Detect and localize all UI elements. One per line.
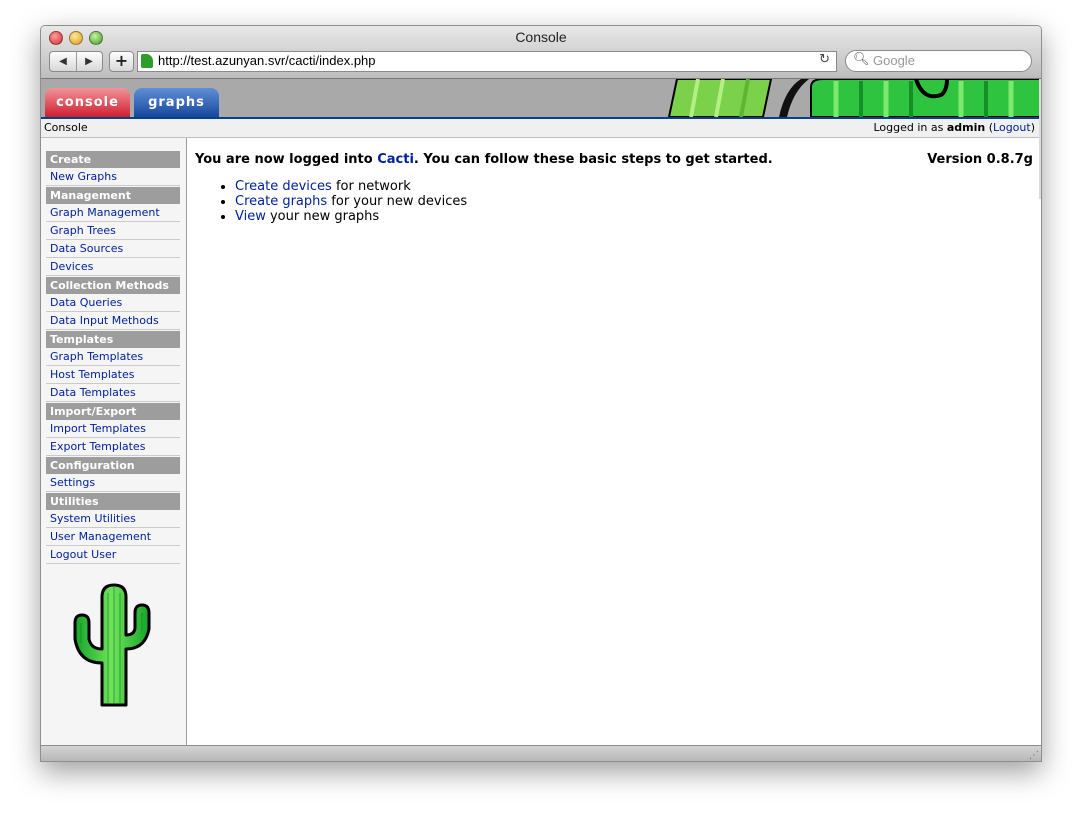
url-bar[interactable]: http://test.azunyan.svr/cacti/index.php … (137, 51, 837, 72)
browser-window: Console ◀ ▶ + http://test.azunyan.svr/ca… (40, 25, 1042, 762)
cactus-banner-art (661, 79, 1041, 117)
scrollbar[interactable] (1039, 79, 1041, 199)
login-close-paren: ) (1030, 121, 1035, 134)
list-item: View your new graphs (235, 209, 467, 224)
menu-item-user-management[interactable]: User Management (50, 530, 151, 543)
menu-item-system-utilities[interactable]: System Utilities (50, 512, 136, 525)
add-bookmark-button[interactable]: + (109, 51, 134, 72)
version-label: Version 0.8.7g (927, 152, 1033, 167)
cacti-banner: console graphs (41, 79, 1041, 119)
forward-icon[interactable]: ▶ (76, 52, 102, 71)
browser-chrome: Console ◀ ▶ + http://test.azunyan.svr/ca… (41, 26, 1041, 79)
view-graphs-link[interactable]: View (235, 209, 266, 224)
menu-header-templates: Templates (46, 331, 180, 348)
menu-header-collection-methods: Collection Methods (46, 277, 180, 294)
menu-item-devices[interactable]: Devices (50, 260, 93, 273)
search-field[interactable]: 🔍︎ Google (845, 50, 1032, 72)
menu-item-data-sources[interactable]: Data Sources (50, 242, 123, 255)
tab-graphs[interactable]: graphs (134, 88, 219, 117)
menu-item-new-graphs[interactable]: New Graphs (50, 170, 117, 183)
login-status: Logged in as admin (Logout) (873, 119, 1035, 137)
menu-header-configuration: Configuration (46, 457, 180, 474)
menu-item-export-templates[interactable]: Export Templates (50, 440, 145, 453)
resize-grip-icon[interactable]: ⋰ (1029, 750, 1039, 761)
list-item: Create graphs for your new devices (235, 194, 467, 209)
console-menu: Create New Graphs Management Graph Manag… (46, 150, 180, 564)
nav-buttons: ◀ ▶ (49, 51, 103, 72)
menu-header-utilities: Utilities (46, 493, 180, 510)
menu-item-data-templates[interactable]: Data Templates (50, 386, 136, 399)
step-text: for your new devices (327, 194, 468, 209)
login-prefix: Logged in as (873, 121, 944, 134)
status-bar: ⋰ (41, 745, 1041, 761)
menu-item-host-templates[interactable]: Host Templates (50, 368, 134, 381)
search-icon: 🔍︎ (853, 52, 870, 67)
menu-item-import-templates[interactable]: Import Templates (50, 422, 146, 435)
menu-item-settings[interactable]: Settings (50, 476, 95, 489)
site-favicon-icon (141, 54, 153, 68)
url-text[interactable]: http://test.azunyan.svr/cacti/index.php (158, 53, 376, 68)
menu-header-import-export: Import/Export (46, 403, 180, 420)
search-placeholder: Google (873, 53, 915, 68)
menu-item-data-input-methods[interactable]: Data Input Methods (50, 314, 159, 327)
list-item: Create devices for network (235, 179, 467, 194)
breadcrumb-bar: Console Logged in as admin (Logout) (41, 119, 1041, 138)
menu-item-data-queries[interactable]: Data Queries (50, 296, 122, 309)
menu-header-management: Management (46, 187, 180, 204)
page-content: console graphs Console Logged in as admi… (41, 79, 1041, 745)
menu-item-graph-management[interactable]: Graph Management (50, 206, 160, 219)
back-icon[interactable]: ◀ (50, 52, 77, 71)
sidebar: Create New Graphs Management Graph Manag… (41, 138, 187, 745)
login-user: admin (946, 121, 986, 134)
logout-link[interactable]: Logout (993, 121, 1031, 134)
create-graphs-link[interactable]: Create graphs (235, 194, 327, 209)
cactus-logo (73, 583, 151, 707)
cacti-link[interactable]: Cacti (377, 152, 414, 167)
reload-icon[interactable]: ↻ (819, 52, 830, 67)
create-devices-link[interactable]: Create devices (235, 179, 332, 194)
step-text: your new graphs (265, 209, 380, 224)
getting-started-steps: Create devices for network Create graphs… (215, 179, 467, 224)
menu-header-create: Create (46, 151, 180, 168)
welcome-prefix: You are now logged into (195, 152, 373, 167)
menu-item-graph-templates[interactable]: Graph Templates (50, 350, 143, 363)
welcome-message: You are now logged into Cacti. You can f… (195, 152, 773, 167)
welcome-suffix: . You can follow these basic steps to ge… (413, 152, 773, 167)
breadcrumb: Console (44, 121, 88, 134)
menu-item-logout-user[interactable]: Logout User (50, 548, 116, 561)
menu-item-graph-trees[interactable]: Graph Trees (50, 224, 116, 237)
window-title: Console (515, 29, 567, 45)
step-text: for network (331, 179, 411, 194)
tab-console[interactable]: console (45, 88, 130, 117)
